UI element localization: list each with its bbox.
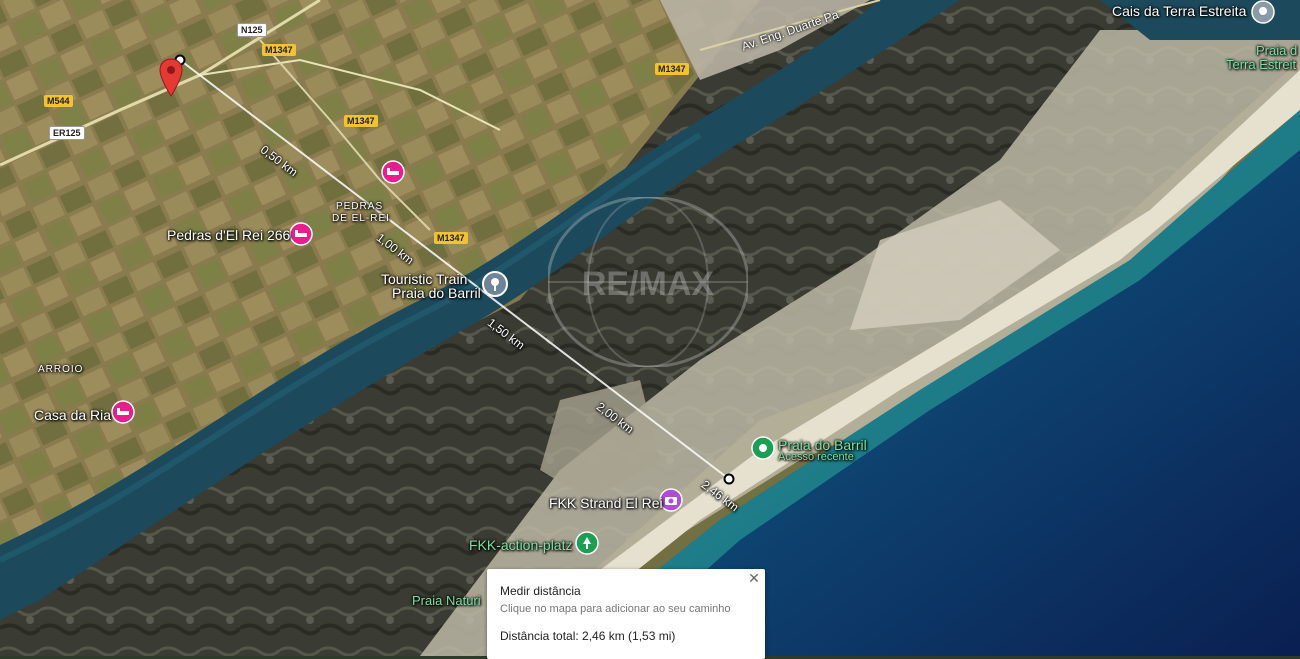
measure-line [179,59,730,480]
place-label-praia-terra-2[interactable]: Terra Estreit [1226,57,1296,72]
road-sign-er125: ER125 [49,126,85,140]
hotel-icon[interactable] [111,400,135,426]
measure-overlay [174,54,735,485]
hotel-icon[interactable] [289,222,313,248]
measure-end-point[interactable] [723,473,735,485]
place-label-pedras: PEDRAS [336,201,384,212]
close-icon[interactable]: ✕ [747,571,761,585]
hotel-icon[interactable] [381,160,405,186]
place-label-pedras-266[interactable]: Pedras d'El Rei 266 [167,227,290,243]
road-sign-m1347: M1347 [344,115,378,127]
place-label-pedras-2: DE EL-REI [332,213,390,224]
place-label-casa-da-ria[interactable]: Casa da Ria [34,407,111,423]
panel-subtitle: Clique no mapa para adicionar ao seu cam… [500,603,731,615]
train-place-icon[interactable] [482,271,508,297]
location-pin-icon[interactable] [158,58,184,98]
road-sign-m1347: M1347 [655,63,689,75]
beach-pin-icon[interactable] [751,436,775,462]
ferry-pin-icon[interactable] [1250,0,1276,28]
panel-title: Medir distância [500,584,581,598]
total-distance: Distância total: 2,46 km (1,53 mi) [500,629,676,643]
measure-distance-panel: ✕ Medir distância Clique no mapa para ad… [487,569,765,659]
place-label-fkk-strand[interactable]: FKK Strand El Rei [549,495,663,511]
park-pin-icon[interactable] [575,531,599,557]
road-sign-m1347: M1347 [434,232,468,244]
road-sign-m1347: M1347 [262,44,296,56]
road-sign-m544: M544 [44,95,73,107]
place-label-train-2[interactable]: Praia do Barril [392,285,481,301]
place-label-cais[interactable]: Cais da Terra Estreita [1112,3,1246,19]
place-label-acesso-recente: Acesso recente [778,451,854,463]
place-label-praia-naturi[interactable]: Praia Naturi [412,593,481,608]
road-sign-n125: N125 [237,23,267,37]
place-label-arroio: ARROIO [38,364,84,375]
place-label-fkk-action[interactable]: FKK-action-platz [469,537,572,553]
place-label-praia-terra[interactable]: Praia d [1256,43,1297,58]
